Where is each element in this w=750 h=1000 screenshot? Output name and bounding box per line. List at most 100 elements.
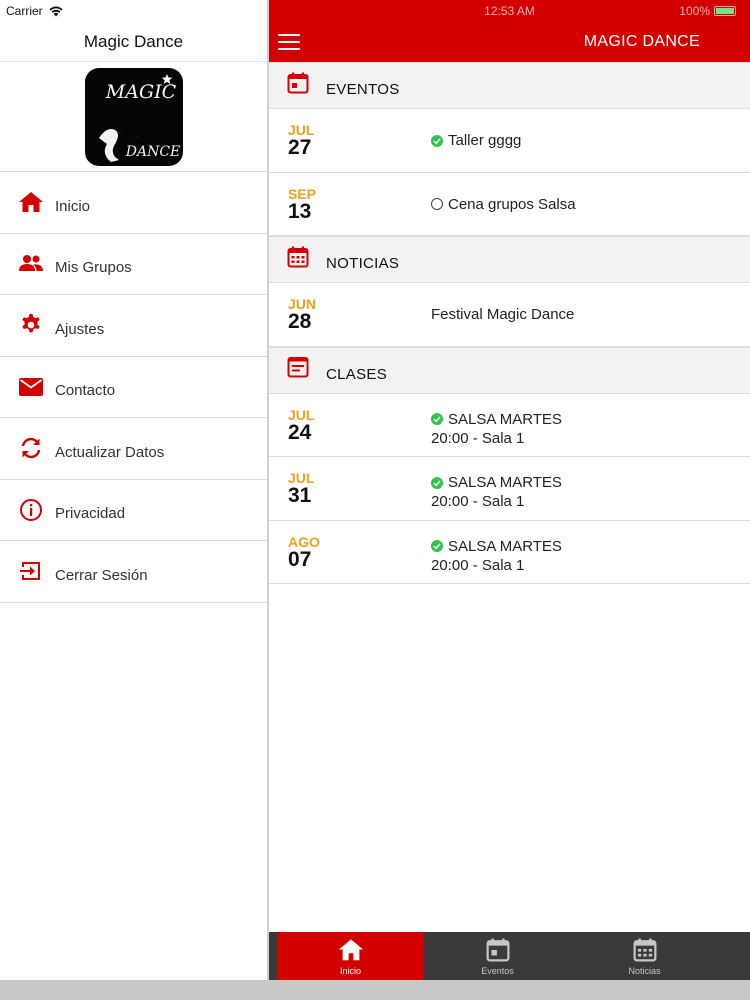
- section-header-eventos: EVENTOS: [269, 62, 750, 109]
- date-day: 07: [288, 547, 312, 571]
- class-detail: 20:00 - Sala 1: [431, 556, 525, 574]
- tab-label: Noticias: [628, 966, 661, 976]
- tab-eventos[interactable]: Eventos: [424, 932, 571, 980]
- nav-title: MAGIC DANCE: [583, 33, 700, 50]
- class-detail: 20:00 - Sala 1: [431, 493, 525, 510]
- battery-percent: 100%: [679, 4, 710, 18]
- tab-label: Inicio: [339, 966, 361, 976]
- mail-icon: [17, 373, 45, 401]
- sidebar-item-label: Actualizar Datos: [55, 443, 165, 461]
- empty-circle-icon: [431, 198, 443, 210]
- gear-icon: [17, 311, 45, 339]
- status-time: 12:53 AM: [484, 4, 535, 18]
- sidebar-item-label: Inicio: [55, 197, 91, 215]
- info-icon: [17, 496, 45, 524]
- sidebar-item-label: Cerrar Sesión: [55, 566, 148, 584]
- date-month: SEP: [288, 185, 317, 202]
- news-title: Festival Magic Dance: [431, 306, 575, 323]
- sidebar-item-label: Contacto: [55, 382, 116, 400]
- sidebar-item-label: Mis Grupos: [55, 259, 132, 277]
- tab-inicio[interactable]: Inicio: [277, 932, 424, 980]
- event-title: Cena grupos Salsa: [448, 195, 576, 213]
- check-circle-icon: [431, 476, 443, 489]
- check-circle-icon: [431, 413, 443, 425]
- battery-indicator: 100%: [679, 4, 736, 18]
- class-row[interactable]: AGO 07 SALSA MARTES 20:00 - Sala 1: [269, 520, 750, 584]
- sidebar-item-cerrar-sesion[interactable]: Cerrar Sesión: [0, 541, 267, 603]
- class-row[interactable]: JUL 24 SALSA MARTES 20:00 - Sala 1: [269, 393, 750, 457]
- sidebar-item-privacidad[interactable]: Privacidad: [0, 480, 267, 541]
- class-info: SALSA MARTES 20:00 - Sala 1: [431, 473, 562, 511]
- sync-icon: [17, 434, 45, 462]
- logout-icon: [17, 557, 45, 585]
- sidebar-item-label: Ajustes: [55, 320, 105, 338]
- tab-noticias[interactable]: Noticias: [571, 932, 718, 980]
- class-info: SALSA MARTES 20:00 - Sala 1: [431, 410, 562, 448]
- date-month: JUL: [288, 406, 315, 423]
- date-day: 31: [288, 484, 312, 507]
- section-header-noticias: NOTICIAS: [269, 236, 750, 283]
- calendar-icon: [485, 937, 511, 963]
- date-month: JUN: [288, 296, 317, 312]
- sidebar-title: Magic Dance: [0, 22, 267, 62]
- date-block: AGO 07: [288, 535, 348, 571]
- class-title: SALSA MARTES: [448, 474, 562, 491]
- date-block: SEP 13: [288, 187, 348, 223]
- sidebar: Carrier Magic Dance MAGIC DANCE Inicio M…: [0, 0, 268, 980]
- logo-bottom-text: DANCE: [124, 144, 180, 160]
- section-title: CLASES: [326, 365, 387, 383]
- class-row[interactable]: JUL 31 SALSA MARTES 20:00 - Sala 1: [269, 457, 750, 521]
- logo-top-text: MAGIC: [104, 81, 176, 103]
- groups-icon: [17, 250, 45, 278]
- sidebar-menu: Inicio Mis Grupos Ajustes Contacto Actua…: [0, 172, 267, 603]
- tab-label: Eventos: [481, 966, 514, 976]
- date-month: JUL: [288, 470, 315, 486]
- sidebar-item-label: Privacidad: [55, 505, 126, 523]
- section-header-clases: CLASES: [269, 346, 750, 394]
- date-block: JUL 31: [288, 471, 348, 507]
- date-block: JUL 27: [288, 123, 348, 159]
- sidebar-item-inicio[interactable]: Inicio: [0, 172, 267, 234]
- check-circle-icon: [431, 540, 443, 552]
- event-row[interactable]: SEP 13 Cena grupos Salsa: [269, 172, 750, 236]
- event-info: Taller gggg: [431, 131, 521, 150]
- logo-container: MAGIC DANCE: [0, 62, 267, 172]
- date-day: 28: [288, 310, 312, 333]
- calendar-icon: [286, 71, 310, 95]
- class-info: SALSA MARTES 20:00 - Sala 1: [431, 537, 562, 575]
- home-icon: [17, 188, 45, 216]
- wifi-icon: [48, 5, 64, 17]
- bottom-strip: [0, 980, 750, 1000]
- sidebar-item-actualizar-datos[interactable]: Actualizar Datos: [0, 418, 267, 480]
- home-icon: [338, 937, 364, 963]
- sidebar-item-contacto[interactable]: Contacto: [0, 357, 267, 418]
- section-title: NOTICIAS: [326, 255, 400, 272]
- date-month: AGO: [288, 533, 320, 550]
- status-bar-left: Carrier: [0, 0, 267, 22]
- news-row[interactable]: JUN 28 Festival Magic Dance: [269, 283, 750, 347]
- date-day: 27: [288, 136, 312, 159]
- event-row[interactable]: JUL 27 Taller gggg: [269, 109, 750, 173]
- date-block: JUL 24: [288, 408, 348, 444]
- notes-icon: [286, 355, 310, 379]
- sidebar-item-ajustes[interactable]: Ajustes: [0, 295, 267, 357]
- sidebar-item-mis-grupos[interactable]: Mis Grupos: [0, 234, 267, 295]
- calendar-icon: [632, 937, 658, 963]
- date-block: JUN 28: [288, 297, 348, 333]
- section-title: EVENTOS: [326, 81, 400, 98]
- news-info: Festival Magic Dance: [431, 305, 574, 324]
- date-day: 24: [288, 420, 312, 444]
- class-title: SALSA MARTES: [448, 410, 562, 428]
- class-detail: 20:00 - Sala 1: [431, 429, 525, 447]
- carrier-label: Carrier: [6, 4, 43, 18]
- battery-icon: [714, 6, 736, 16]
- nav-bar: MAGIC DANCE: [269, 22, 750, 62]
- status-bar-main: 12:53 AM 100%: [269, 0, 750, 22]
- app-logo: MAGIC DANCE: [84, 67, 183, 166]
- date-day: 13: [288, 199, 312, 223]
- menu-toggle-button[interactable]: [278, 32, 300, 52]
- check-circle-icon: [431, 134, 443, 147]
- calendar-icon: [286, 245, 310, 269]
- class-title: SALSA MARTES: [448, 537, 562, 555]
- event-title: Taller gggg: [448, 132, 522, 149]
